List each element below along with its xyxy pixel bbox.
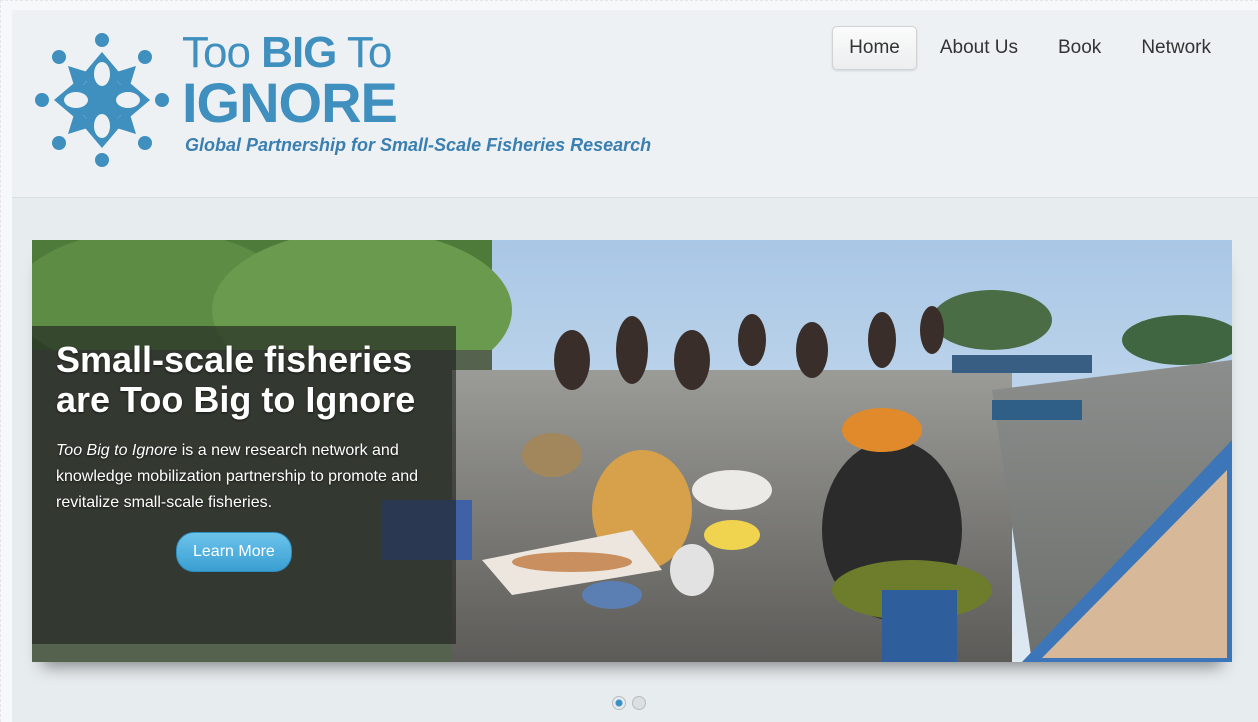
slider-pagination xyxy=(612,696,646,710)
nav-about-us[interactable]: About Us xyxy=(923,26,1035,70)
slide-caption: Small-scale fisheries are Too Big to Ign… xyxy=(32,326,456,644)
page-content: Too BIG To IGNORE Global Partnership for… xyxy=(12,10,1258,722)
logo-to: To xyxy=(336,28,392,77)
site-header: Too BIG To IGNORE Global Partnership for… xyxy=(12,10,1258,198)
nav-book[interactable]: Book xyxy=(1041,26,1118,70)
slide-description: Too Big to Ignore is a new research netw… xyxy=(56,438,432,516)
logo-big: BIG xyxy=(261,28,337,77)
nav-home[interactable]: Home xyxy=(832,26,917,70)
slider-dot-1[interactable] xyxy=(612,696,626,710)
nav-network[interactable]: Network xyxy=(1124,26,1228,70)
main-nav: Home About Us Book Network xyxy=(832,26,1228,70)
learn-more-button[interactable]: Learn More xyxy=(176,532,292,572)
logo-text-line1: Too BIG To xyxy=(182,28,392,77)
logo-icon xyxy=(35,33,169,167)
logo-tagline: Global Partnership for Small-Scale Fishe… xyxy=(185,135,652,155)
logo-too-1: Too xyxy=(182,28,262,77)
logo-text-ignore: IGNORE xyxy=(182,71,398,134)
slide-title: Small-scale fisheries are Too Big to Ign… xyxy=(56,339,416,420)
hero-slider[interactable]: Small-scale fisheries are Too Big to Ign… xyxy=(32,240,1232,662)
slide-description-emphasis: Too Big to Ignore xyxy=(56,442,178,459)
slider-dot-2[interactable] xyxy=(632,696,646,710)
